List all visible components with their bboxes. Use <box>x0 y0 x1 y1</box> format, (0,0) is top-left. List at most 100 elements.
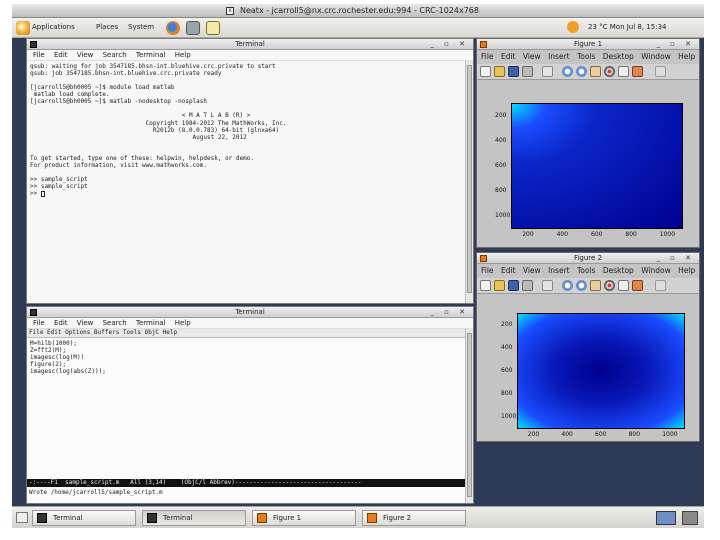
figure-titlebar[interactable]: Figure 2 _ ▫ ✕ <box>477 253 699 264</box>
link-plot-icon[interactable] <box>655 66 666 77</box>
menu-view[interactable]: View <box>523 266 541 275</box>
zoom-out-icon[interactable] <box>576 66 587 77</box>
menu-view[interactable]: View <box>77 319 94 327</box>
edit-plot-arrow-icon[interactable] <box>542 280 553 291</box>
workspace-switcher[interactable] <box>656 511 676 525</box>
menu-help[interactable]: Help <box>175 51 191 59</box>
menu-window[interactable]: Window <box>641 266 671 275</box>
menu-places[interactable]: Places <box>96 23 118 31</box>
save-icon[interactable] <box>508 66 519 77</box>
menu-search[interactable]: Search <box>103 319 127 327</box>
open-file-icon[interactable] <box>494 280 505 291</box>
taskbar-item-terminal-1[interactable]: Terminal <box>32 510 136 526</box>
menu-window[interactable]: Window <box>641 52 671 61</box>
emacs-minibuffer[interactable]: Wrote /home/jcarroll5/sample_script.m <box>27 488 467 497</box>
print-icon[interactable] <box>522 66 533 77</box>
notification-icon[interactable] <box>567 21 579 33</box>
pan-hand-icon[interactable] <box>590 280 601 291</box>
menu-edit[interactable]: Edit <box>54 51 68 59</box>
show-desktop-icon[interactable] <box>16 512 28 523</box>
trash-icon[interactable] <box>682 511 698 525</box>
figure-1-window[interactable]: Figure 1 _ ▫ ✕ File Edit View Insert Too… <box>476 38 700 248</box>
terminal-window-matlab[interactable]: Terminal _ ▫ ✕ File Edit View Search Ter… <box>26 38 474 304</box>
zoom-in-icon[interactable] <box>562 280 573 291</box>
menu-desktop[interactable]: Desktop <box>603 52 634 61</box>
menu-edit[interactable]: Edit <box>501 266 516 275</box>
figure-menubar: File Edit View Insert Tools Desktop Wind… <box>477 50 699 64</box>
terminal-title: Terminal <box>235 40 265 48</box>
terminal-output[interactable]: qsub: waiting for job 3547185.bhsn-int.b… <box>27 61 465 302</box>
new-figure-icon[interactable] <box>480 280 491 291</box>
figure-titlebar[interactable]: Figure 1 _ ▫ ✕ <box>477 39 699 50</box>
clock-weather[interactable]: 23 °C Mon Jul 8, 15:34 <box>588 23 666 31</box>
x-tick-label: 600 <box>595 431 607 438</box>
window-controls[interactable]: _ ▫ ✕ <box>656 39 695 49</box>
menu-file[interactable]: File <box>33 319 45 327</box>
brush-icon[interactable] <box>632 280 643 291</box>
text-editor-icon[interactable] <box>206 21 220 35</box>
settings-icon[interactable] <box>186 21 200 35</box>
zoom-out-icon[interactable] <box>576 280 587 291</box>
taskbar-item-figure-1[interactable]: Figure 1 <box>252 510 356 526</box>
menu-file[interactable]: File <box>481 52 494 61</box>
new-figure-icon[interactable] <box>480 66 491 77</box>
menu-terminal[interactable]: Terminal <box>136 319 166 327</box>
scrollbar-thumb[interactable] <box>467 333 472 497</box>
menu-desktop[interactable]: Desktop <box>603 266 634 275</box>
nx-window-titlebar[interactable]: x Neatx - jcarroll5@nx.crc.rochester.edu… <box>12 4 704 18</box>
menu-tools[interactable]: Tools <box>577 266 595 275</box>
menu-help[interactable]: Help <box>175 319 191 327</box>
pan-hand-icon[interactable] <box>590 66 601 77</box>
data-cursor-icon[interactable] <box>618 280 629 291</box>
menu-edit[interactable]: Edit <box>54 319 68 327</box>
image-plot-2[interactable] <box>517 313 685 429</box>
image-plot-1[interactable] <box>511 103 683 229</box>
open-file-icon[interactable] <box>494 66 505 77</box>
brush-icon[interactable] <box>632 66 643 77</box>
terminal-title: Terminal <box>235 308 265 316</box>
scrollbar-thumb[interactable] <box>467 65 472 293</box>
figure-2-window[interactable]: Figure 2 _ ▫ ✕ File Edit View Insert Too… <box>476 252 700 442</box>
print-icon[interactable] <box>522 280 533 291</box>
scrollbar[interactable] <box>465 61 473 303</box>
menu-view[interactable]: View <box>77 51 94 59</box>
menu-help[interactable]: Help <box>678 52 695 61</box>
menu-system[interactable]: System <box>128 23 154 31</box>
menu-file[interactable]: File <box>481 266 494 275</box>
window-controls[interactable]: _ ▫ ✕ <box>656 253 695 263</box>
link-plot-icon[interactable] <box>655 280 666 291</box>
menu-tools[interactable]: Tools <box>577 52 595 61</box>
emacs-buffer[interactable]: M=hilb(1000); Z=fft2(M); imagesc(log(M)) fi… <box>27 338 467 478</box>
scrollbar[interactable] <box>465 329 473 503</box>
menu-terminal[interactable]: Terminal <box>136 51 166 59</box>
menu-view[interactable]: View <box>523 52 541 61</box>
window-controls[interactable]: _ ▫ ✕ <box>430 307 469 317</box>
terminal-window-emacs[interactable]: Terminal _ ▫ ✕ File Edit View Search Ter… <box>26 306 474 504</box>
menu-insert[interactable]: Insert <box>548 52 570 61</box>
terminal-line: >> <box>30 190 462 197</box>
zoom-in-icon[interactable] <box>562 66 573 77</box>
rotate-3d-icon[interactable] <box>604 280 615 291</box>
menu-applications[interactable]: Applications <box>32 23 75 31</box>
menu-help[interactable]: Help <box>678 266 695 275</box>
rotate-3d-icon[interactable] <box>604 66 615 77</box>
terminal-menubar: File Edit View Search Terminal Help <box>27 50 473 61</box>
emacs-menubar[interactable]: File Edit Options Buffers Tools ObjC Hel… <box>27 329 467 338</box>
menu-insert[interactable]: Insert <box>548 266 570 275</box>
close-icon[interactable]: x <box>226 7 234 15</box>
emacs-frame[interactable]: File Edit Options Buffers Tools ObjC Hel… <box>27 329 467 503</box>
data-cursor-icon[interactable] <box>618 66 629 77</box>
taskbar-item-terminal-2[interactable]: Terminal <box>142 510 246 526</box>
firefox-icon[interactable] <box>166 21 180 35</box>
taskbar-item-figure-2[interactable]: Figure 2 <box>362 510 466 526</box>
gnome-foot-icon[interactable] <box>16 21 30 35</box>
menu-edit[interactable]: Edit <box>501 52 516 61</box>
menu-search[interactable]: Search <box>103 51 127 59</box>
edit-plot-arrow-icon[interactable] <box>542 66 553 77</box>
window-controls[interactable]: _ ▫ ✕ <box>430 39 469 49</box>
terminal-titlebar[interactable]: Terminal _ ▫ ✕ <box>27 307 473 318</box>
menu-file[interactable]: File <box>33 51 45 59</box>
save-icon[interactable] <box>508 280 519 291</box>
terminal-titlebar[interactable]: Terminal _ ▫ ✕ <box>27 39 473 50</box>
